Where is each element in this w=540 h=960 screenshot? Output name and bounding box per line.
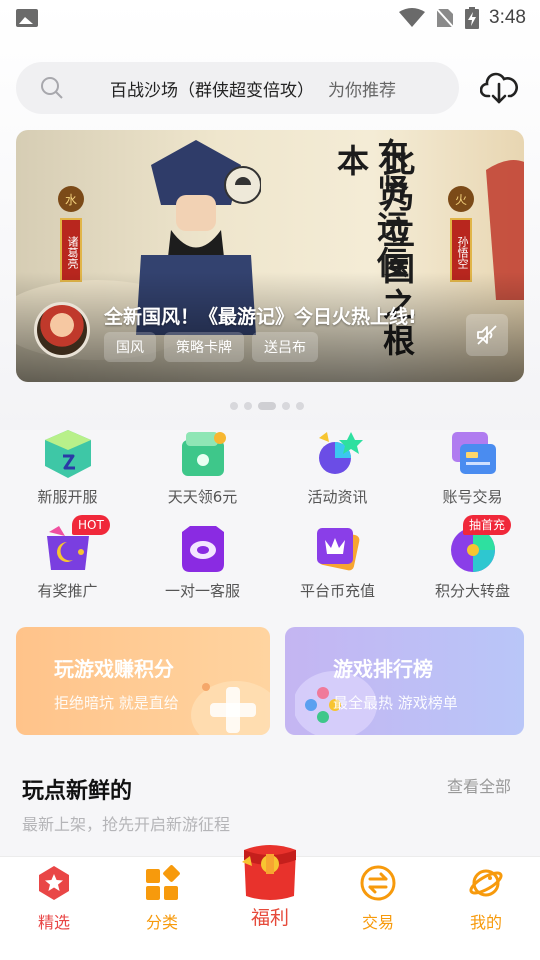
customer-service-icon — [182, 526, 224, 572]
section-title: 玩点新鲜的 — [22, 779, 133, 804]
coin-recharge-icon — [317, 528, 360, 571]
feature-grid: 新服开服 天天领6元 活动资讯 账号交易 HOT 有奖推广 一对一客服 平台币充… — [0, 424, 540, 606]
tab-mine[interactable]: 我的 — [432, 857, 540, 960]
grid-label: 平台币充值 — [299, 582, 375, 600]
tab-label: 精选 — [37, 913, 70, 932]
banner-tag: 国风 — [104, 332, 156, 362]
hot-badge: HOT — [72, 515, 110, 535]
grid-label: 天天领6元 — [167, 488, 238, 506]
tab-label: 我的 — [469, 913, 502, 932]
carousel-dot-active[interactable] — [258, 402, 276, 410]
category-icon — [146, 865, 180, 900]
trade-icon — [360, 865, 396, 901]
grid-item-account-trade[interactable]: 账号交易 — [405, 424, 540, 512]
grid-label: 积分大转盘 — [434, 582, 510, 600]
grid-label: 一对一客服 — [164, 582, 240, 600]
game-ranking-card[interactable]: 游戏排行榜 最全最热 游戏榜单 — [285, 627, 524, 735]
search-recommend-label: 为你推荐 — [328, 80, 396, 101]
banner-headline[interactable]: 全新国风！《最游记》今日火热上线! — [104, 302, 417, 329]
no-sim-icon — [435, 7, 455, 29]
mute-button[interactable] — [466, 314, 508, 356]
earn-points-card[interactable]: 玩游戏赚积分 拒绝暗坑 就是直给 — [16, 627, 270, 735]
game-ranking-subtitle: 最全最热 游戏榜单 — [333, 694, 458, 712]
status-bar: 3:48 — [0, 0, 540, 36]
new-server-icon — [45, 430, 91, 478]
earn-points-subtitle: 拒绝暗坑 就是直给 — [54, 694, 179, 712]
clock: 3:48 — [489, 7, 526, 28]
planet-icon — [469, 869, 503, 897]
grid-item-coin-recharge[interactable]: 平台币充值 — [270, 518, 405, 606]
game-avatar[interactable] — [34, 302, 90, 358]
wifi-icon — [399, 8, 426, 27]
first-recharge-badge: 抽首充 — [463, 515, 512, 535]
grid-item-customer-service[interactable]: 一对一客服 — [135, 518, 270, 606]
grid-item-activity-news[interactable]: 活动资讯 — [270, 424, 405, 512]
banner-tags: 国风 策略卡牌 送吕布 — [104, 332, 318, 362]
carousel-dot[interactable] — [282, 402, 290, 410]
tab-label-welfare[interactable]: 福利 — [216, 903, 324, 930]
search-bar[interactable]: 百战沙场（群侠超变倍攻） 为你推荐 — [16, 62, 459, 114]
grid-item-new-server[interactable]: 新服开服 — [0, 424, 135, 512]
view-all-link[interactable]: 查看全部 — [447, 773, 511, 797]
carousel-dot[interactable] — [244, 402, 252, 410]
section-subtitle: 最新上架，抢先开启新游征程 — [22, 815, 231, 834]
speaker-muted-icon — [477, 325, 497, 345]
featured-star-icon — [39, 866, 69, 900]
banner-element-badge-right: 火 — [448, 186, 474, 212]
banner-tag: 送吕布 — [252, 332, 318, 362]
carousel-dot[interactable] — [230, 402, 238, 410]
grid-item-promotion[interactable]: HOT 有奖推广 — [0, 515, 135, 606]
battery-charging-icon — [465, 7, 480, 29]
download-icon[interactable] — [480, 70, 518, 106]
activity-news-icon — [319, 432, 363, 474]
grid-label: 有奖推广 — [37, 582, 98, 600]
search-keyword: 百战沙场（群侠超变倍攻） — [110, 80, 314, 101]
gift-icon[interactable] — [238, 842, 302, 902]
daily-reward-icon — [182, 432, 226, 476]
grid-label: 新服开服 — [37, 488, 98, 506]
banner-tag: 策略卡牌 — [164, 332, 244, 362]
earn-points-title: 玩游戏赚积分 — [54, 657, 174, 681]
tab-category[interactable]: 分类 — [108, 857, 216, 960]
tab-label: 分类 — [145, 913, 178, 932]
grid-label: 账号交易 — [442, 488, 503, 506]
grid-item-daily-reward[interactable]: 天天领6元 — [135, 424, 270, 512]
gallery-notification-icon — [16, 9, 38, 27]
grid-item-points-wheel[interactable]: 抽首充 积分大转盘 — [405, 515, 540, 606]
carousel-indicator — [230, 402, 304, 410]
promo-banner[interactable]: 水 诸葛亮 火 孙悟空 东贤远佞 此乃立国之根本 全新国风！《最游记》今日火热上… — [16, 130, 524, 382]
account-trade-icon — [452, 432, 496, 474]
tab-trade[interactable]: 交易 — [324, 857, 432, 960]
tab-label: 交易 — [361, 913, 394, 932]
game-ranking-title: 游戏排行榜 — [333, 657, 433, 681]
banner-element-badge-left: 水 — [58, 186, 84, 212]
gamepad-plus-decoration — [191, 681, 270, 735]
search-icon — [41, 77, 63, 99]
grid-label: 活动资讯 — [307, 488, 368, 506]
carousel-dot[interactable] — [296, 402, 304, 410]
tab-featured[interactable]: 精选 — [0, 857, 108, 960]
